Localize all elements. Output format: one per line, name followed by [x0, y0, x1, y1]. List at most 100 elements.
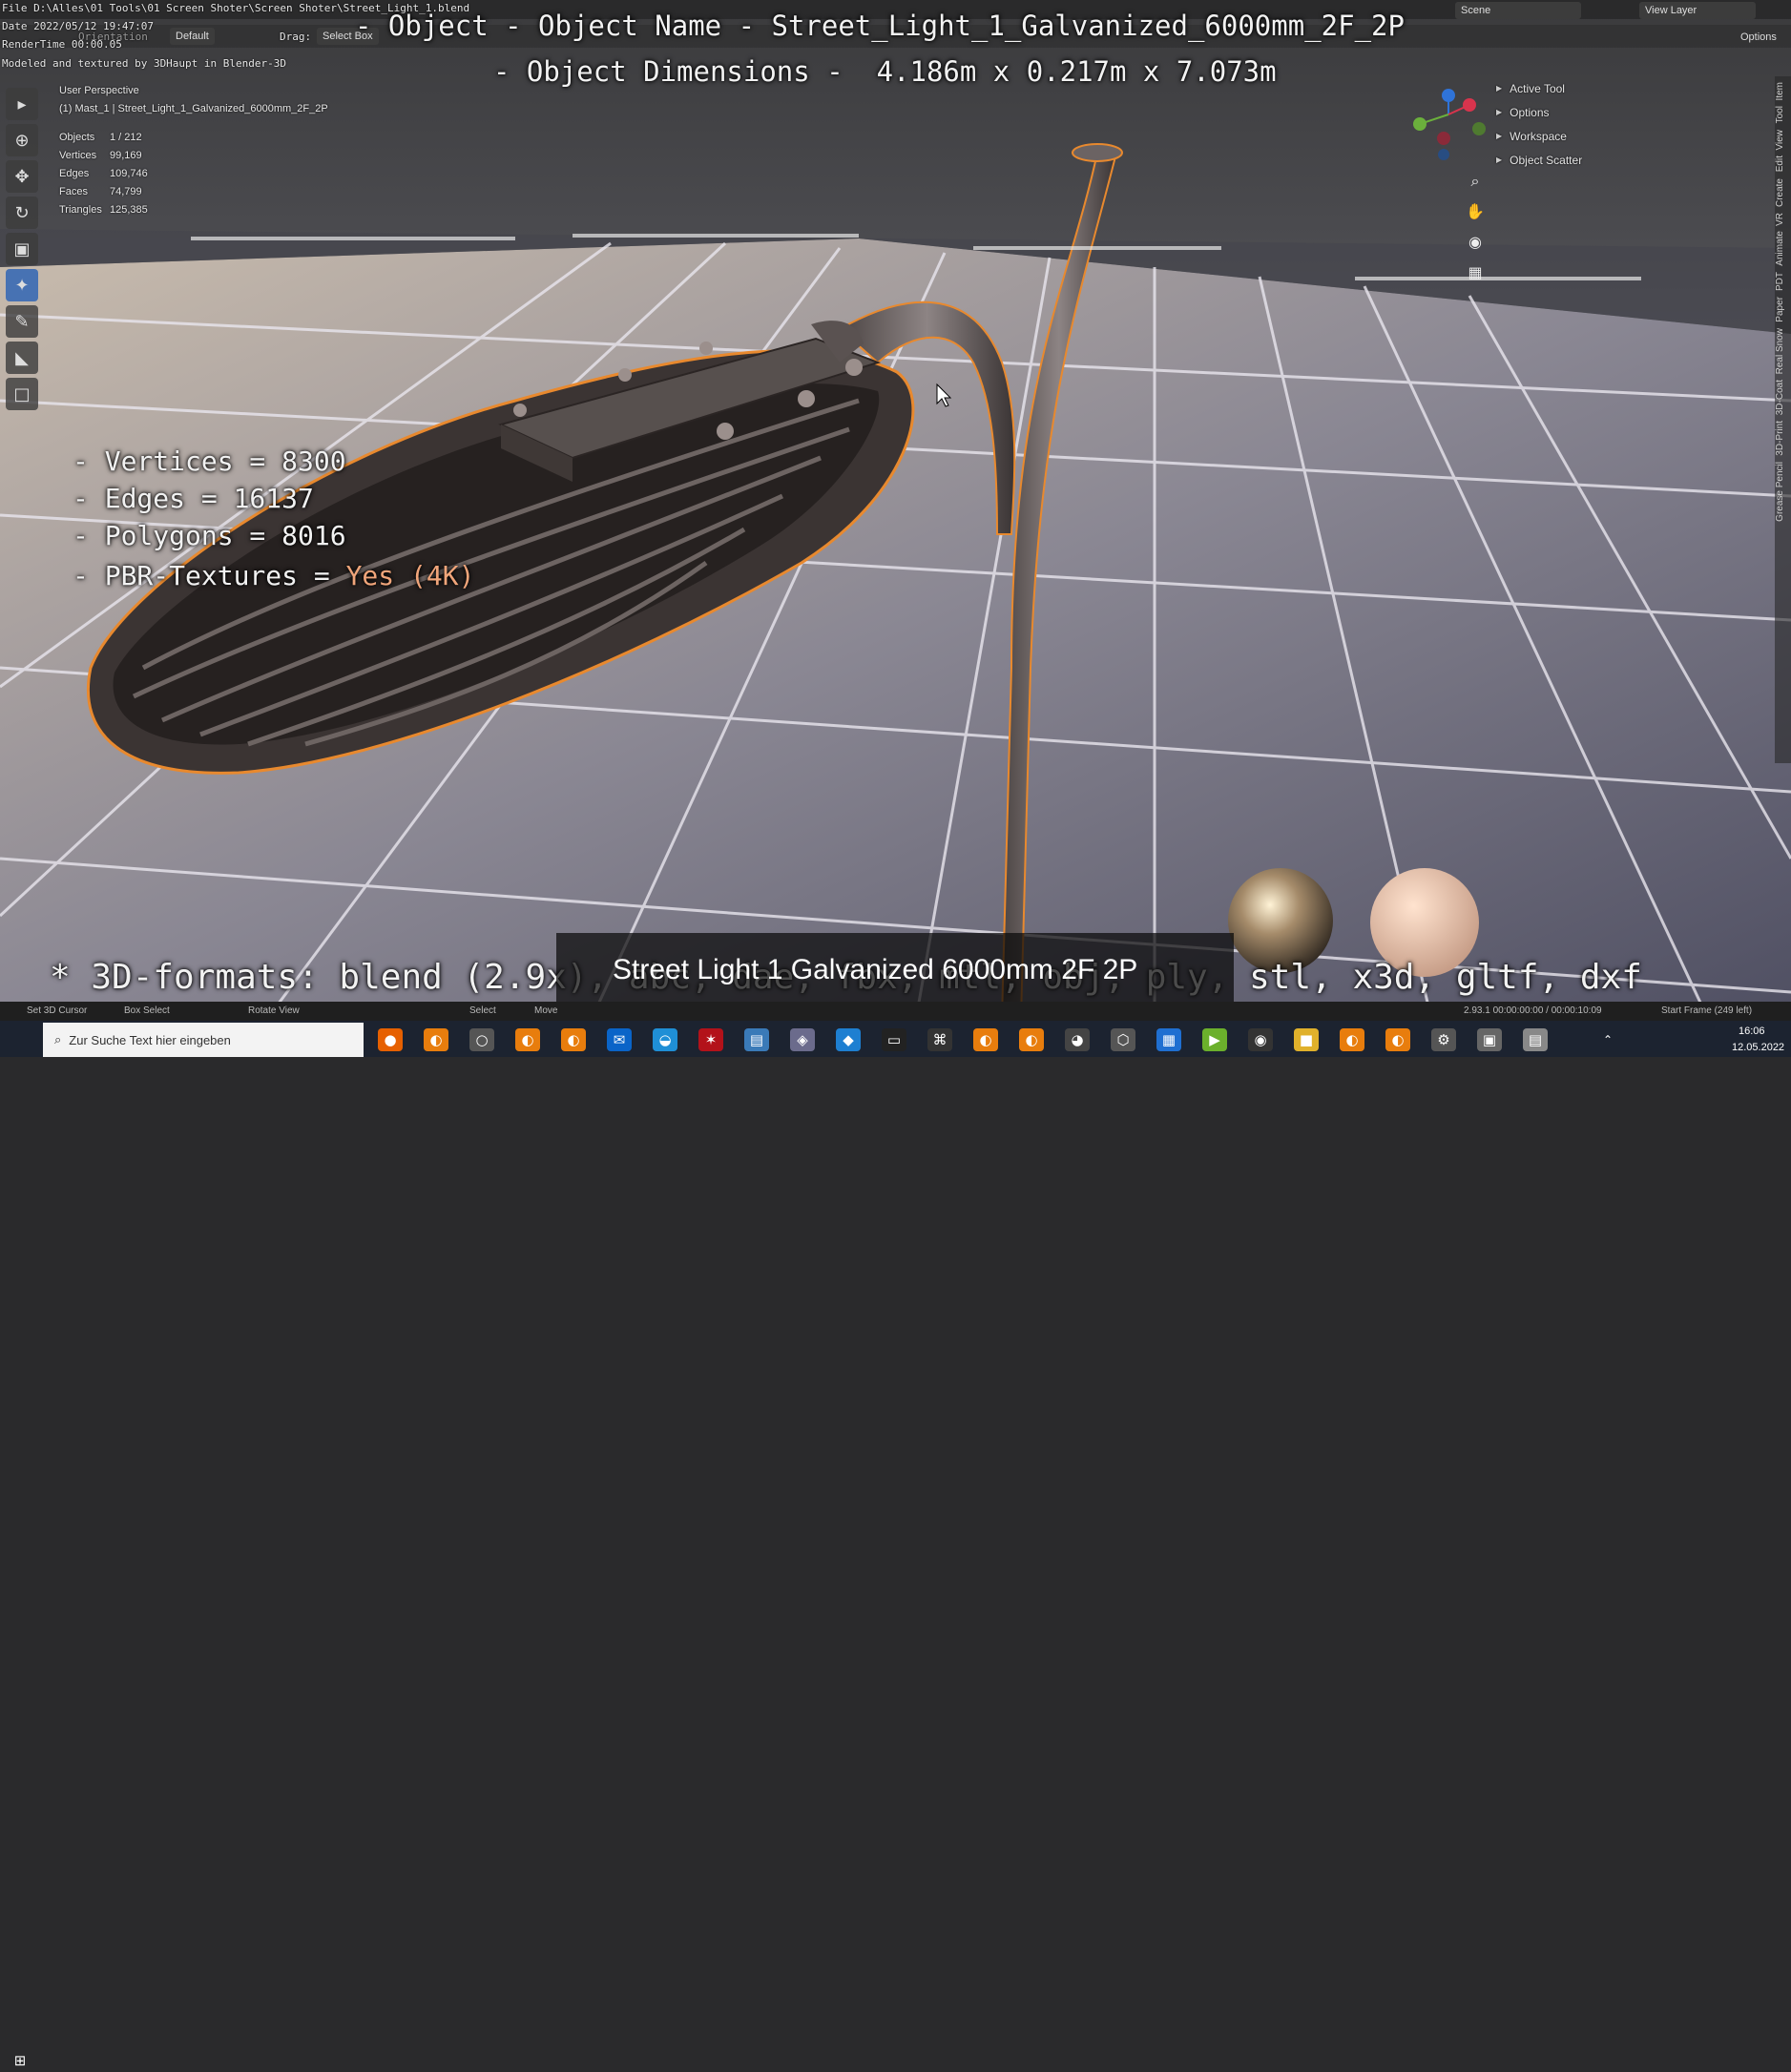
app-icon[interactable]: ◆ — [836, 1028, 861, 1051]
pan-hand-icon[interactable]: ✋ — [1460, 198, 1490, 223]
notes-icon[interactable]: ▤ — [744, 1028, 769, 1051]
render-date: Date 2022/05/12 19:47:07 — [2, 20, 154, 32]
folder-icon[interactable]: ■ — [1294, 1028, 1319, 1051]
rotate-tool-icon[interactable]: ↻ — [6, 197, 38, 229]
blender-icon[interactable]: ◐ — [424, 1028, 448, 1051]
windows-start-icon[interactable]: ⊞ — [8, 2049, 32, 2072]
tab-tool[interactable]: Tool — [1775, 106, 1785, 123]
add-cube-tool-icon[interactable]: □ — [6, 378, 38, 410]
render-time: RenderTime 00:00.05 — [2, 38, 122, 51]
x-axis-icon — [1463, 98, 1476, 112]
transform-tool-icon[interactable]: ✦ — [6, 269, 38, 301]
stat-row: Edges 109,746 — [59, 168, 148, 179]
sidebar-tabs: Item Tool View Edit Create VR Animate PD… — [1775, 76, 1791, 763]
blender-icon[interactable]: ◐ — [1019, 1028, 1044, 1051]
panel-options[interactable]: ▶ Options — [1496, 100, 1773, 124]
tab-3d-print[interactable]: 3D-Print — [1775, 421, 1785, 456]
options-dropdown[interactable]: Options — [1735, 29, 1782, 46]
video-caption: Street Light 1 Galvanized 6000mm 2F 2P — [613, 954, 1138, 985]
select-tool-icon[interactable]: ▸ — [6, 88, 38, 120]
pbr-textures-overlay: - PBR-Textures = Yes (4K) — [73, 560, 475, 591]
pivot-default-dropdown[interactable]: Default — [170, 28, 215, 45]
mail-icon[interactable]: ✉ — [607, 1028, 632, 1051]
status-bar: Set 3D Cursor Box Select Rotate View Sel… — [0, 1002, 1791, 1021]
status-version: 2.93.1 00:00:00:00 / 00:00:10:09 — [1464, 1005, 1602, 1016]
camera-view-icon[interactable]: ◉ — [1460, 229, 1490, 254]
annotate-tool-icon[interactable]: ✎ — [6, 305, 38, 338]
y-axis-icon — [1413, 117, 1427, 131]
stat-row: Faces 74,799 — [59, 186, 142, 197]
app-icon[interactable]: ◈ — [790, 1028, 815, 1051]
stat-row: Objects 1 / 212 — [59, 132, 142, 143]
drag-label: Drag: — [280, 31, 312, 43]
tab-vr[interactable]: VR — [1775, 213, 1785, 226]
ortho-grid-icon[interactable]: ▦ — [1460, 259, 1490, 284]
tab-edit[interactable]: Edit — [1775, 155, 1785, 172]
taskbar-search-input[interactable]: ⌕ Zur Suche Text hier eingeben — [43, 1023, 364, 1057]
status-box-select: Box Select — [124, 1005, 170, 1016]
pbr-value: Yes (4K) — [345, 560, 475, 591]
measure-tool-icon[interactable]: ◣ — [6, 342, 38, 374]
cursor-tool-icon[interactable]: ⊕ — [6, 124, 38, 156]
scene-selector[interactable]: Scene — [1455, 2, 1581, 19]
scale-tool-icon[interactable]: ▣ — [6, 233, 38, 265]
blender-icon[interactable]: ◐ — [515, 1028, 540, 1051]
vertices-overlay: - Vertices = 8300 — [73, 445, 346, 477]
tab-pdt[interactable]: PDT — [1775, 272, 1785, 291]
app-icon[interactable]: ⌘ — [927, 1028, 952, 1051]
tab-real-snow[interactable]: Real Snow — [1775, 328, 1785, 374]
tab-3d-coat[interactable]: 3D-Coat — [1775, 380, 1785, 415]
z-axis-icon — [1442, 89, 1455, 102]
edge-browser-icon[interactable]: ◒ — [653, 1028, 677, 1051]
status-move: Move — [534, 1005, 558, 1016]
zoom-icon[interactable]: ⌕ — [1460, 169, 1490, 194]
blender-icon[interactable]: ◐ — [561, 1028, 586, 1051]
sidebar-n-panel: ▶ Active Tool ▶ Options ▶ Workspace ▶ Object… — [1496, 76, 1773, 172]
panel-active-tool[interactable]: ▶ Active Tool — [1496, 76, 1773, 100]
status-select: Select — [469, 1005, 496, 1016]
firefox-icon[interactable]: ● — [378, 1028, 403, 1051]
scene-statistics: Objects 1 / 212 Vertices 99,169 Edges 109,7… — [59, 132, 148, 222]
navigation-gizmo[interactable] — [1410, 86, 1487, 162]
tab-paper[interactable]: Paper — [1775, 297, 1785, 322]
settings-gear-icon[interactable]: ⚙ — [1431, 1028, 1456, 1051]
app-icon[interactable]: ◉ — [1248, 1028, 1273, 1051]
search-placeholder: Zur Suche Text hier eingeben — [69, 1032, 231, 1047]
move-tool-icon[interactable]: ✥ — [6, 160, 38, 193]
stat-row: Triangles 125,385 — [59, 204, 148, 216]
blender-icon[interactable]: ◐ — [1340, 1028, 1364, 1051]
app-icon[interactable]: ✶ — [698, 1028, 723, 1051]
terminal-icon[interactable]: ▭ — [882, 1028, 906, 1051]
panda-app-icon[interactable]: ◕ — [1065, 1028, 1090, 1051]
blender-icon[interactable]: ◐ — [1385, 1028, 1410, 1051]
tab-create[interactable]: Create — [1775, 178, 1785, 207]
tab-grease-pencil[interactable]: Grease Pencil — [1775, 462, 1785, 522]
tool-shelf: ▸ ⊕ ✥ ↻ ▣ ✦ ✎ ◣ □ — [6, 88, 42, 414]
calendar-icon[interactable]: ▦ — [1156, 1028, 1181, 1051]
active-object-path: (1) Mast_1 | Street_Light_1_Galvanized_6… — [59, 103, 328, 114]
taskbar-time: 16:06 — [1739, 1026, 1765, 1037]
expand-arrow-icon: ▶ — [1496, 155, 1503, 164]
cube-app-icon[interactable]: ⬡ — [1111, 1028, 1135, 1051]
expand-arrow-icon: ▶ — [1496, 132, 1503, 140]
panel-workspace[interactable]: ▶ Workspace — [1496, 124, 1773, 148]
nvidia-icon[interactable]: ▶ — [1202, 1028, 1227, 1051]
blender-icon[interactable]: ◐ — [973, 1028, 998, 1051]
view-perspective-label: User Perspective — [59, 85, 139, 96]
edges-overlay: - Edges = 16137 — [73, 483, 314, 514]
stat-row: Vertices 99,169 — [59, 150, 142, 161]
tab-animate[interactable]: Animate — [1775, 231, 1785, 266]
app-icon[interactable]: ▣ — [1477, 1028, 1502, 1051]
tab-view[interactable]: View — [1775, 130, 1785, 151]
app-icon[interactable]: ○ — [469, 1028, 494, 1051]
tab-item[interactable]: Item — [1775, 82, 1785, 100]
view-layer-selector[interactable]: View Layer — [1639, 2, 1756, 19]
panel-object-scatter[interactable]: ▶ Object Scatter — [1496, 148, 1773, 172]
object-dimensions-overlay: - Object Dimensions - 4.186m x 0.217m x … — [493, 55, 1277, 88]
status-rotate-view: Rotate View — [248, 1005, 300, 1016]
polygons-overlay: - Polygons = 8016 — [73, 520, 346, 551]
status-set-cursor: Set 3D Cursor — [27, 1005, 88, 1016]
app-icon[interactable]: ▤ — [1523, 1028, 1548, 1051]
3d-viewport[interactable]: Default Orientation Drag: Select Box Sce… — [0, 0, 1791, 1019]
system-tray-icon[interactable]: ⌃ — [1595, 1028, 1620, 1051]
